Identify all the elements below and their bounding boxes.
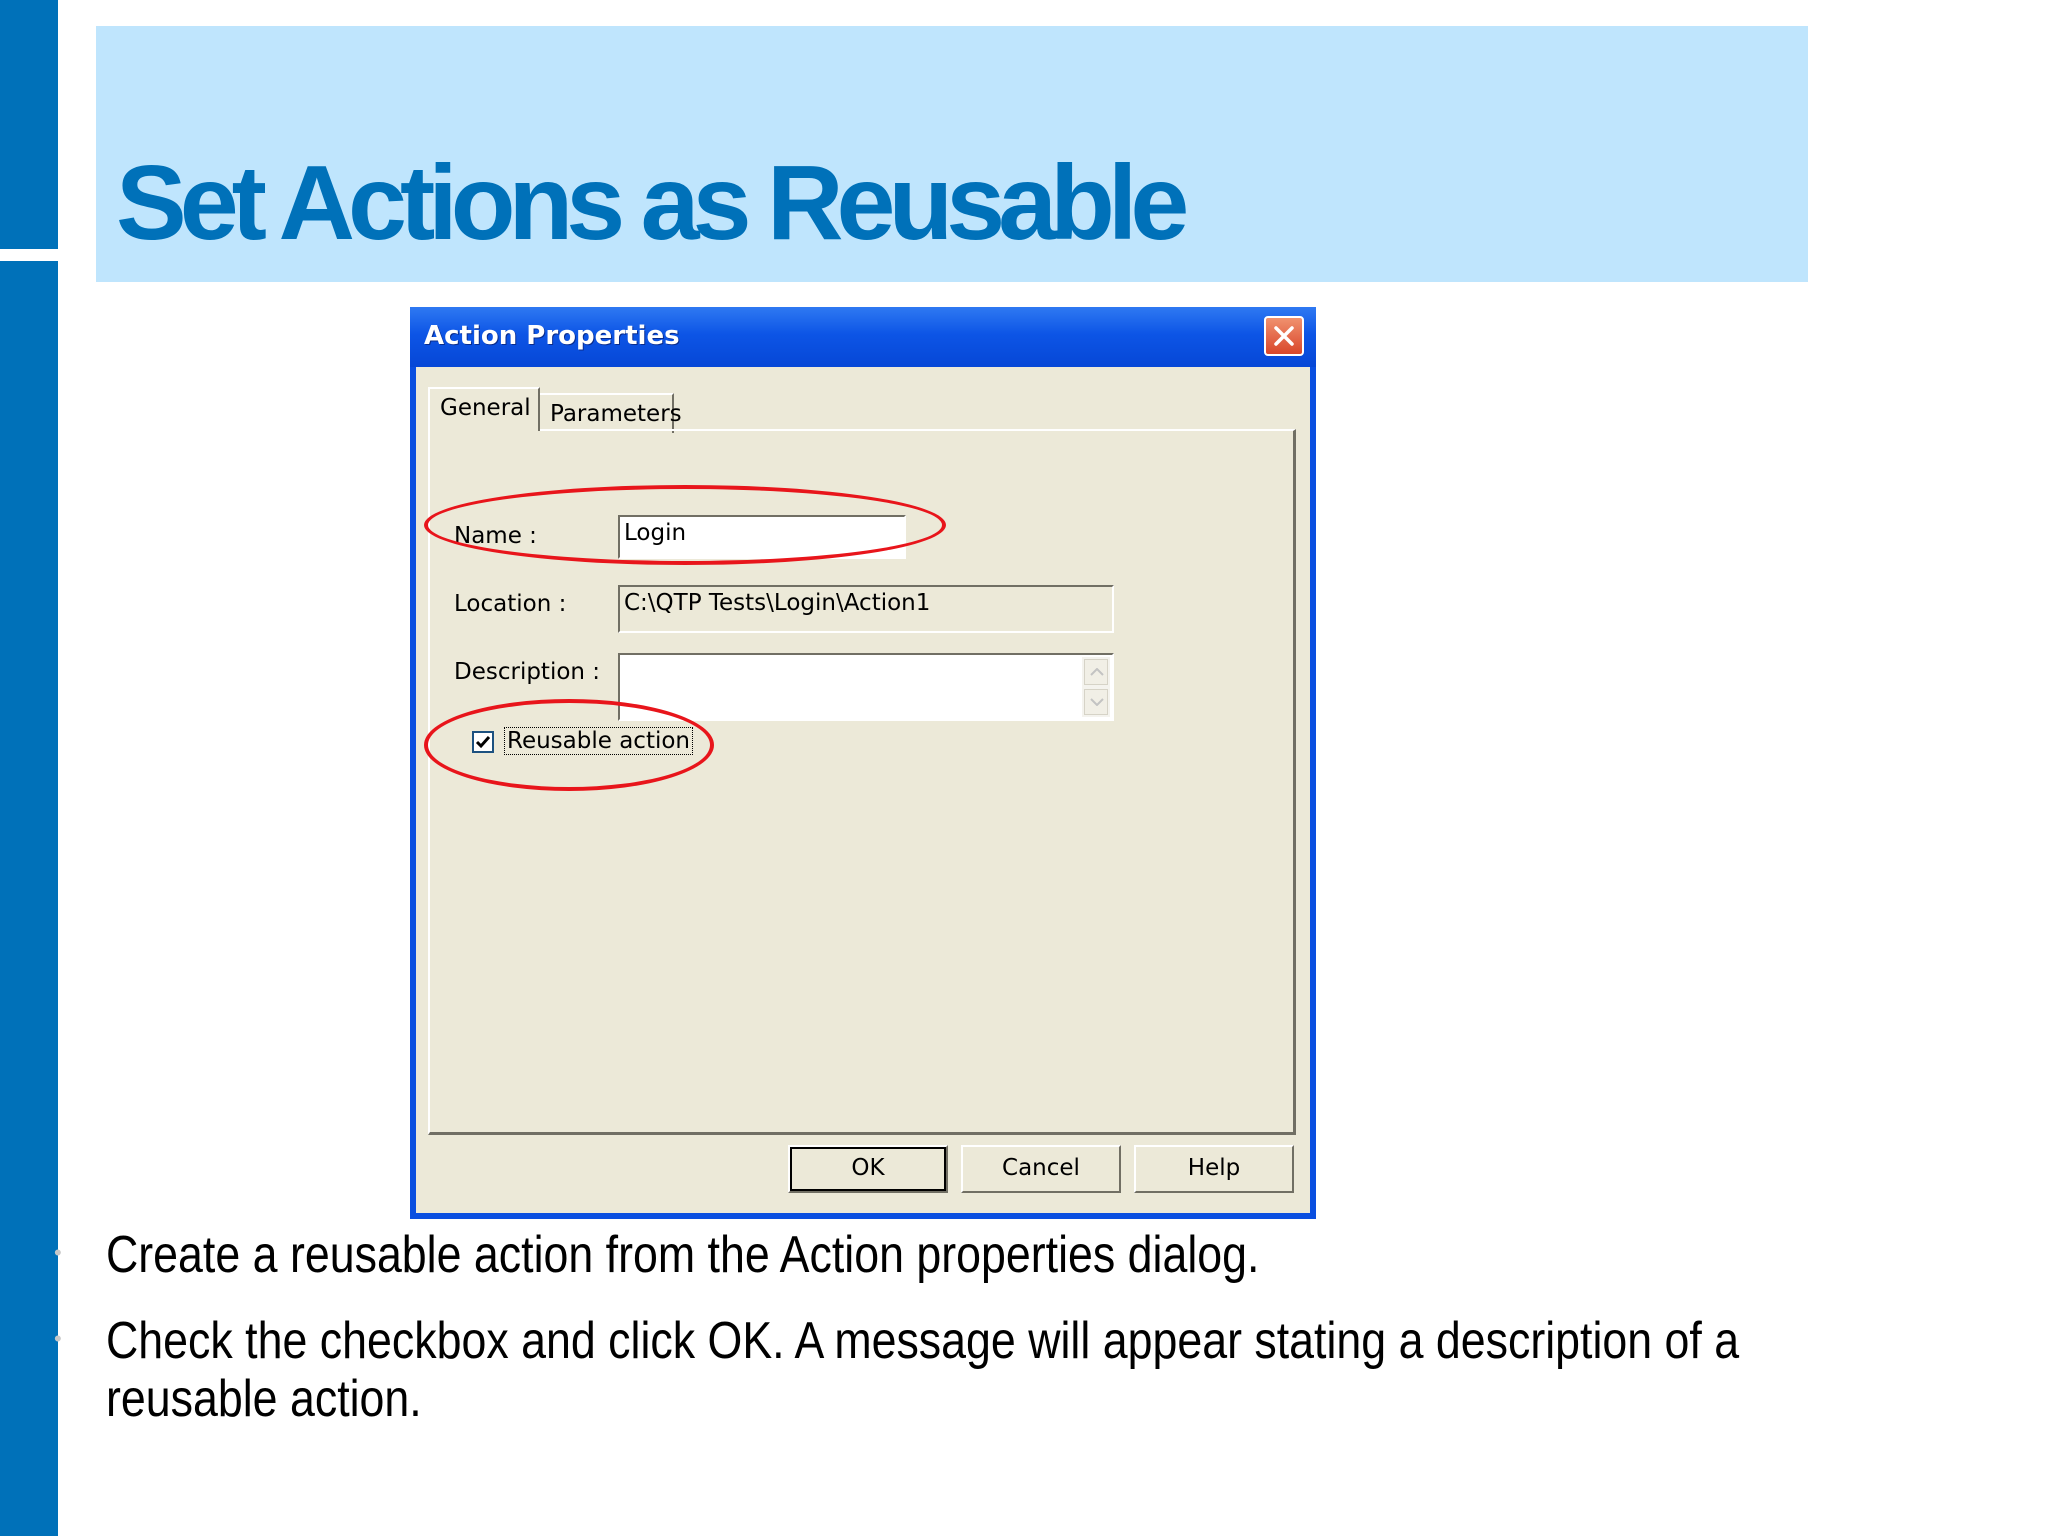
checkmark-icon	[475, 736, 491, 749]
slide-title: Set Actions as Reusable	[116, 144, 1189, 262]
reusable-action-checkbox[interactable]	[472, 731, 494, 753]
cancel-button[interactable]: Cancel	[961, 1145, 1121, 1193]
chevron-down-icon	[1090, 698, 1104, 706]
bullet-item: Check the checkbox and click OK. A messa…	[106, 1312, 1740, 1428]
reusable-action-label[interactable]: Reusable action	[504, 727, 694, 755]
close-icon	[1274, 326, 1294, 346]
bullet-marker: •	[54, 1240, 62, 1265]
description-label: Description :	[454, 659, 601, 685]
location-label: Location :	[454, 591, 567, 617]
scroll-down-button[interactable]	[1084, 689, 1108, 715]
dialog-title: Action Properties	[424, 321, 680, 351]
action-properties-dialog: Action Properties General Parameters Nam…	[410, 307, 1316, 1219]
bullet-marker: •	[54, 1326, 62, 1351]
help-button[interactable]: Help	[1134, 1145, 1294, 1193]
scroll-up-button[interactable]	[1084, 659, 1108, 685]
dialog-body: General Parameters Name : Login Location…	[416, 367, 1310, 1213]
left-bar-divider	[0, 249, 58, 261]
tab-parameters[interactable]: Parameters	[540, 393, 682, 433]
dialog-titlebar[interactable]: Action Properties	[410, 307, 1316, 367]
description-scrollbar[interactable]	[1082, 657, 1110, 717]
ok-button[interactable]: OK	[788, 1145, 948, 1193]
chevron-up-icon	[1090, 668, 1104, 676]
tab-general[interactable]: General	[428, 387, 540, 431]
left-accent-bar	[0, 0, 58, 1536]
name-field[interactable]: Login	[618, 515, 906, 559]
location-field: C:\QTP Tests\Login\Action1	[618, 585, 1114, 633]
description-field[interactable]	[618, 653, 1114, 721]
close-button[interactable]	[1264, 316, 1304, 356]
general-tab-panel: Name : Login Location : C:\QTP Tests\Log…	[424, 429, 1296, 1135]
bullet-item: Create a reusable action from the Action…	[106, 1226, 1260, 1284]
name-label: Name :	[454, 523, 537, 549]
